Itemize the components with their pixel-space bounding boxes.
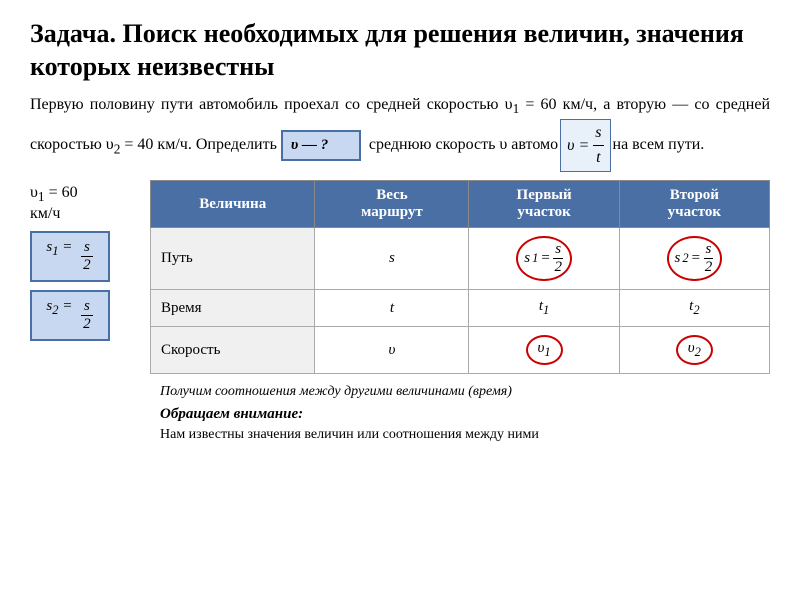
cell-path-second: s2 = s 2 bbox=[619, 228, 769, 290]
bottom-line1: Получим соотношения между другими величи… bbox=[160, 382, 770, 402]
row-label-time: Время bbox=[151, 290, 315, 327]
oval-v1: υ1 bbox=[526, 335, 563, 365]
v1-value: υ1 = 60км/ч bbox=[30, 184, 140, 223]
oval-s2: s2 = s 2 bbox=[667, 236, 723, 281]
page-title: Задача. Поиск необходимых для решения ве… bbox=[30, 18, 770, 83]
s2-box: s2 = s 2 bbox=[30, 290, 110, 341]
left-panel: υ1 = 60км/ч s1 = s 2 s2 = s 2 bbox=[30, 180, 140, 444]
cell-speed-first: υ1 bbox=[469, 327, 619, 374]
table-row-time: Время t t1 t2 bbox=[151, 290, 770, 327]
table-row-path: Путь s s1 = s 2 s2 = bbox=[151, 228, 770, 290]
col-header-second: Второйучасток bbox=[619, 181, 769, 228]
oval-s1: s1 = s 2 bbox=[516, 236, 572, 281]
data-table: Величина Весьмаршрут Первыйучасток Второ… bbox=[150, 180, 770, 374]
problem-text: Первую половину пути автомобиль проехал … bbox=[30, 93, 770, 172]
cell-path-first: s1 = s 2 bbox=[469, 228, 619, 290]
bottom-line3: Нам известны значения величин или соотно… bbox=[160, 425, 770, 445]
bottom-text: Получим соотношения между другими величи… bbox=[150, 382, 770, 444]
right-panel: Величина Весьмаршрут Первыйучасток Второ… bbox=[150, 180, 770, 444]
row-label-speed: Скорость bbox=[151, 327, 315, 374]
col-header-magnitude: Величина bbox=[151, 181, 315, 228]
cell-time-second: t2 bbox=[619, 290, 769, 327]
oval-v2: υ2 bbox=[676, 335, 713, 365]
table-row-speed: Скорость υ υ1 υ2 bbox=[151, 327, 770, 374]
cell-time-full: t bbox=[315, 290, 469, 327]
cell-path-full: s bbox=[315, 228, 469, 290]
cell-speed-second: υ2 bbox=[619, 327, 769, 374]
row-label-path: Путь bbox=[151, 228, 315, 290]
formula-hint: υ = s t bbox=[560, 119, 610, 172]
cell-speed-full: υ bbox=[315, 327, 469, 374]
unknown-box: υ — ? bbox=[281, 130, 361, 161]
cell-time-first: t1 bbox=[469, 290, 619, 327]
bottom-line2: Обращаем внимание: bbox=[160, 404, 770, 425]
col-header-first: Первыйучасток bbox=[469, 181, 619, 228]
s1-box: s1 = s 2 bbox=[30, 231, 110, 282]
col-header-full: Весьмаршрут bbox=[315, 181, 469, 228]
